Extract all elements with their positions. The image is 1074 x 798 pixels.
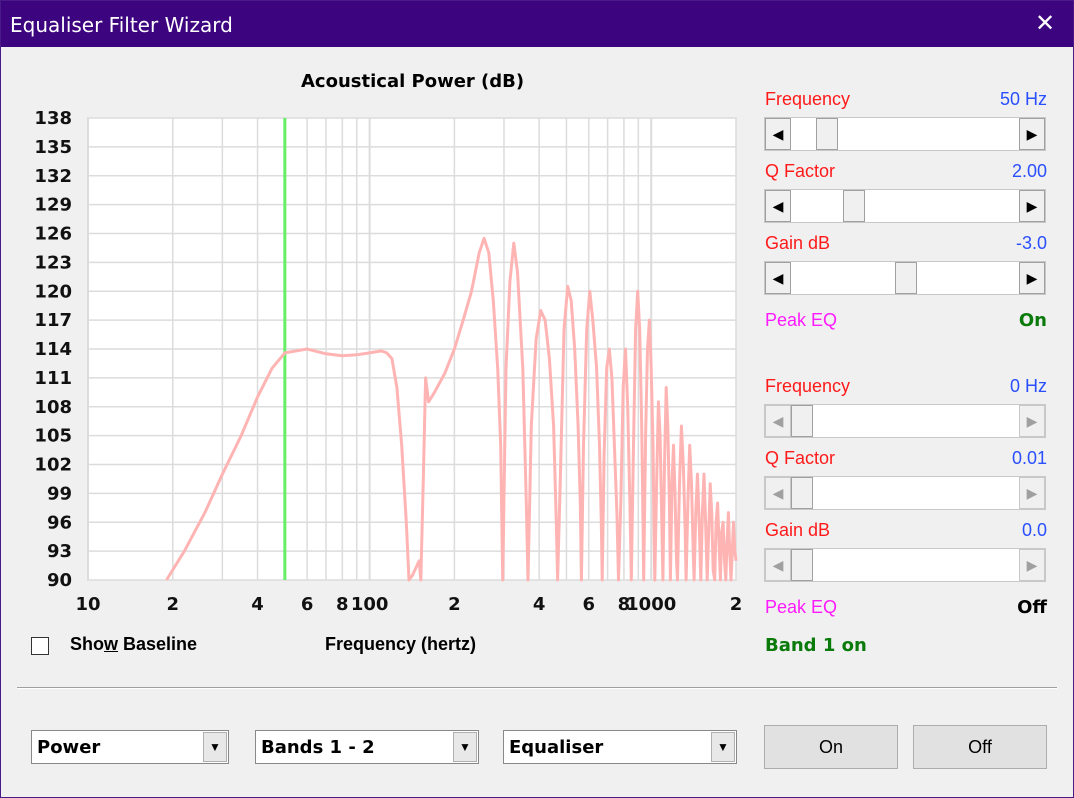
off-button[interactable]: Off (913, 725, 1047, 769)
band2-gain-label: Gain dB (765, 520, 831, 540)
y-tick-label: 111 (34, 368, 72, 389)
band1-gain-value: -3.0 (1015, 233, 1047, 253)
y-tick-label: 123 (34, 252, 72, 273)
show-baseline-label[interactable]: Show Baseline (70, 634, 197, 655)
y-tick-label: 108 (34, 397, 72, 418)
x-tick-label: 100 (351, 594, 389, 615)
band2-frequency-scrollbar[interactable]: ◀ ▶ (764, 404, 1046, 438)
separator (17, 687, 1057, 689)
scroll-left-icon[interactable]: ◀ (765, 262, 791, 294)
scroll-thumb[interactable] (791, 477, 813, 509)
band1-frequency-label: Frequency (765, 89, 851, 109)
band2-peak-eq-label: Peak EQ (765, 597, 838, 617)
y-tick-label: 96 (47, 512, 72, 533)
scroll-thumb[interactable] (815, 118, 838, 150)
band1-frequency-value: 50 Hz (999, 89, 1047, 109)
scroll-left-icon[interactable]: ◀ (765, 190, 791, 222)
y-tick-label: 126 (34, 224, 72, 245)
y-tick-label: 90 (47, 570, 72, 591)
band2-frequency-label: Frequency (765, 376, 851, 396)
scroll-right-icon[interactable]: ▶ (1019, 262, 1045, 294)
acoustical-power-chart: 1381351321291261231201171141111081051029… (34, 108, 741, 615)
y-tick-label: 120 (34, 281, 72, 302)
x-tick-label: 4 (533, 594, 546, 615)
band2-frequency-value: 0 Hz (1009, 376, 1047, 396)
scroll-left-icon[interactable]: ◀ (765, 405, 791, 437)
y-tick-label: 129 (34, 195, 72, 216)
chevron-down-icon[interactable]: ▼ (711, 732, 735, 762)
y-tick-label: 99 (47, 483, 72, 504)
band1-gain-scrollbar[interactable]: ◀ ▶ (764, 261, 1046, 295)
close-icon[interactable]: ✕ (1017, 1, 1073, 47)
title-bar[interactable]: Equaliser Filter Wizard ✕ (1, 1, 1073, 47)
band2-q-factor-value: 0.01 (1011, 448, 1047, 468)
band1-gain-label: Gain dB (765, 233, 831, 253)
scroll-thumb[interactable] (895, 262, 917, 294)
scroll-right-icon[interactable]: ▶ (1019, 405, 1045, 437)
scroll-right-icon[interactable]: ▶ (1019, 549, 1045, 581)
scroll-right-icon[interactable]: ▶ (1019, 477, 1045, 509)
dialog-body: Acoustical Power (dB) 138 135 132 129 126 123… (1, 47, 1073, 797)
scroll-thumb[interactable] (791, 549, 813, 581)
band1-q-factor-label: Q Factor (765, 161, 836, 181)
on-button[interactable]: On (764, 725, 898, 769)
y-tick-label: 93 (47, 541, 72, 562)
scroll-thumb[interactable] (843, 190, 865, 222)
scroll-left-icon[interactable]: ◀ (765, 118, 791, 150)
bands-select[interactable]: Bands 1 - 2 ▼ (255, 730, 479, 764)
y-tick-label: 135 (34, 137, 72, 158)
x-tick-label: 1000 (626, 594, 676, 615)
y-tick-label: 132 (34, 166, 72, 187)
show-baseline-checkbox[interactable] (31, 637, 49, 655)
band1-q-factor-value: 2.00 (1011, 161, 1047, 181)
band2-q-factor-label: Q Factor (765, 448, 836, 468)
y-tick-label: 105 (34, 426, 72, 447)
y-tick-label: 117 (34, 310, 72, 331)
band2-peak-eq-value: Off (1017, 597, 1047, 618)
equaliser-dialog: Equaliser Filter Wizard ✕ Acoustical Pow… (0, 0, 1074, 798)
y-tick-label: 102 (34, 455, 72, 476)
band2-gain-value: 0.0 (1021, 520, 1047, 540)
chevron-down-icon[interactable]: ▼ (453, 732, 477, 762)
x-tick-label: 2 (448, 594, 461, 615)
x-tick-label: 2 (167, 594, 180, 615)
scroll-thumb[interactable] (791, 405, 813, 437)
x-tick-label: 8 (336, 594, 349, 615)
filter-type-select[interactable]: Equaliser ▼ (503, 730, 737, 764)
x-axis-label: Frequency (hertz) (325, 634, 477, 654)
band-status: Band 1 on (765, 635, 867, 656)
scroll-left-icon[interactable]: ◀ (765, 549, 791, 581)
x-tick-label: 10 (75, 594, 100, 615)
view-select[interactable]: Power ▼ (31, 730, 229, 764)
band1-peak-eq-value: On (1018, 310, 1047, 331)
filter-type-select-value: Equaliser (509, 737, 604, 758)
band2-gain-scrollbar[interactable]: ◀ ▶ (764, 548, 1046, 582)
window-title: Equaliser Filter Wizard (10, 13, 233, 37)
y-tick-label: 138 (34, 108, 72, 129)
x-tick-label: 6 (582, 594, 595, 615)
scroll-right-icon[interactable]: ▶ (1019, 118, 1045, 150)
band2-q-factor-scrollbar[interactable]: ◀ ▶ (764, 476, 1046, 510)
scroll-right-icon[interactable]: ▶ (1019, 190, 1045, 222)
y-tick-label: 114 (34, 339, 72, 360)
scroll-left-icon[interactable]: ◀ (765, 477, 791, 509)
bands-select-value: Bands 1 - 2 (261, 737, 375, 758)
x-tick-label: 2 (730, 594, 741, 615)
band1-peak-eq-label: Peak EQ (765, 310, 838, 330)
view-select-value: Power (37, 737, 101, 758)
chevron-down-icon[interactable]: ▼ (203, 732, 227, 762)
x-tick-label: 6 (301, 594, 314, 615)
band1-q-factor-scrollbar[interactable]: ◀ ▶ (764, 189, 1046, 223)
band1-frequency-scrollbar[interactable]: ◀ ▶ (764, 117, 1046, 151)
x-tick-label: 4 (251, 594, 264, 615)
